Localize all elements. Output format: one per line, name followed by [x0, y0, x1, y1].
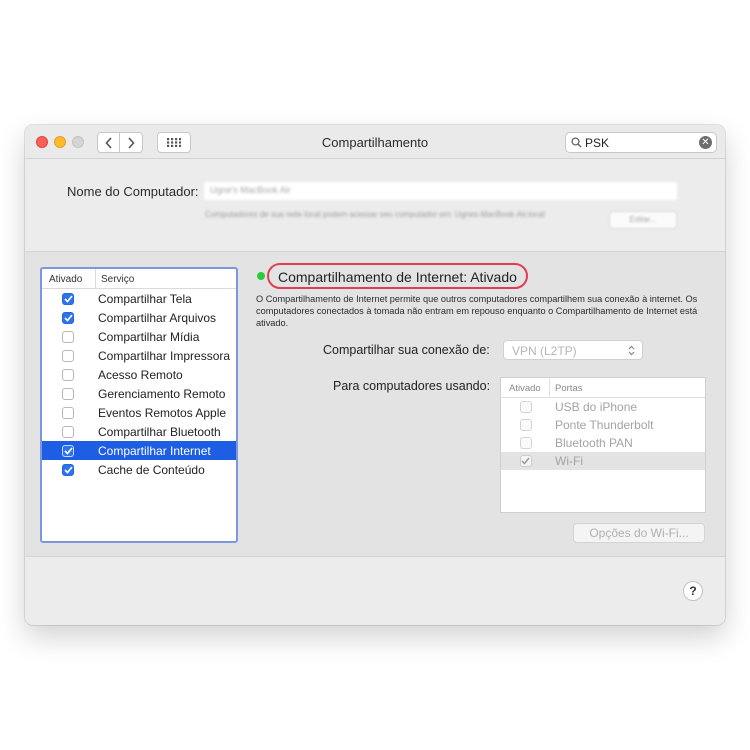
- share-connection-label: Compartilhar sua conexão de:: [323, 343, 490, 357]
- search-input[interactable]: PSK: [585, 136, 609, 150]
- service-row[interactable]: Compartilhar Impressora: [42, 346, 236, 365]
- computers-using-label: Para computadores usando:: [333, 379, 491, 393]
- service-checkbox-cell: [42, 368, 96, 381]
- service-label: Compartilhar Bluetooth: [98, 424, 221, 439]
- service-checkbox[interactable]: [62, 406, 74, 419]
- service-checkbox-cell: [42, 387, 96, 400]
- port-checkbox-cell: [501, 401, 550, 413]
- status-description: O Compartilhamento de Internet permite q…: [256, 294, 698, 328]
- service-checkbox-cell: [42, 406, 96, 419]
- port-label: Bluetooth PAN: [555, 436, 633, 450]
- computer-name-field[interactable]: Ugne's MacBook Air: [204, 182, 677, 200]
- service-label: Compartilhar Tela: [98, 291, 192, 306]
- service-row[interactable]: Compartilhar Mídia: [42, 327, 236, 346]
- service-checkbox-cell: [42, 349, 96, 362]
- header-enabled[interactable]: Ativado: [42, 269, 96, 288]
- port-checkbox[interactable]: [519, 401, 532, 413]
- service-checkbox[interactable]: [62, 292, 74, 305]
- service-row[interactable]: Compartilhar Internet: [42, 441, 236, 460]
- service-row[interactable]: Compartilhar Bluetooth: [42, 422, 236, 441]
- search-icon: [571, 137, 582, 148]
- port-checkbox[interactable]: [519, 419, 532, 431]
- service-checkbox[interactable]: [62, 368, 74, 381]
- service-list-header: Ativado Serviço: [42, 269, 236, 289]
- search-field[interactable]: PSK ✕: [565, 132, 717, 153]
- service-row[interactable]: Eventos Remotos Apple: [42, 403, 236, 422]
- service-checkbox[interactable]: [62, 425, 74, 438]
- status-indicator-icon: [257, 272, 265, 280]
- service-checkbox-cell: [42, 444, 96, 457]
- port-checkbox-cell: [501, 419, 550, 431]
- help-button[interactable]: ?: [683, 581, 703, 601]
- header-service[interactable]: Serviço: [96, 269, 134, 288]
- port-label: USB do iPhone: [555, 400, 638, 414]
- computer-name-description: Computadores de sua rede local podem ace…: [205, 210, 545, 219]
- service-label: Compartilhar Internet: [98, 443, 211, 458]
- port-label: Ponte Thunderbolt: [555, 418, 654, 432]
- service-label: Gerenciamento Remoto: [98, 386, 226, 401]
- service-checkbox[interactable]: [62, 330, 74, 343]
- service-checkbox[interactable]: [62, 387, 74, 400]
- service-label: Acesso Remoto: [98, 367, 183, 382]
- service-label: Eventos Remotos Apple: [98, 405, 227, 420]
- service-row[interactable]: Cache de Conteúdo: [42, 460, 236, 479]
- ports-header-enabled[interactable]: Ativado: [501, 378, 550, 397]
- service-checkbox[interactable]: [62, 463, 74, 476]
- service-checkbox-cell: [42, 425, 96, 438]
- ports-list[interactable]: Ativado Portas USB do iPhone Ponte Thunde…: [500, 377, 706, 513]
- port-checkbox[interactable]: [519, 437, 532, 449]
- service-checkbox[interactable]: [62, 349, 74, 362]
- service-row[interactable]: Acesso Remoto: [42, 365, 236, 384]
- wifi-options-button[interactable]: Opções do Wi-Fi...: [573, 523, 705, 543]
- service-checkbox-cell: [42, 330, 96, 343]
- port-row[interactable]: Bluetooth PAN: [501, 434, 705, 452]
- share-connection-select[interactable]: VPN (L2TP): [503, 340, 643, 360]
- service-row[interactable]: Compartilhar Arquivos: [42, 308, 236, 327]
- port-checkbox-cell: [501, 455, 550, 467]
- service-checkbox-cell: [42, 292, 96, 305]
- service-checkbox[interactable]: [62, 444, 74, 457]
- edit-button[interactable]: Editar...: [609, 211, 677, 229]
- ports-header-ports[interactable]: Portas: [550, 378, 582, 397]
- service-label: Compartilhar Mídia: [98, 329, 200, 344]
- computer-name-label: Nome do Computador:: [67, 184, 199, 199]
- service-row[interactable]: Gerenciamento Remoto: [42, 384, 236, 403]
- service-label: Compartilhar Impressora: [98, 348, 231, 363]
- sharing-window: Compartilhamento PSK ✕ Nome do Computado…: [25, 125, 725, 625]
- clear-search-icon[interactable]: ✕: [699, 136, 712, 149]
- port-label: Wi-Fi: [555, 454, 583, 468]
- service-row[interactable]: Compartilhar Tela: [42, 289, 236, 308]
- service-checkbox[interactable]: [62, 311, 74, 324]
- title-bar: Compartilhamento PSK ✕: [25, 125, 725, 159]
- service-label: Cache de Conteúdo: [98, 462, 205, 477]
- service-checkbox-cell: [42, 311, 96, 324]
- port-row[interactable]: Wi-Fi: [501, 452, 705, 470]
- chevron-updown-icon: [628, 345, 635, 356]
- service-list[interactable]: Ativado Serviço Compartilhar Tela Compart…: [40, 267, 238, 543]
- status-title: Compartilhamento de Internet: Ativado: [267, 263, 528, 289]
- port-row[interactable]: USB do iPhone: [501, 398, 705, 416]
- service-checkbox-cell: [42, 463, 96, 476]
- port-checkbox-cell: [501, 437, 550, 449]
- port-row[interactable]: Ponte Thunderbolt: [501, 416, 705, 434]
- port-checkbox[interactable]: [519, 455, 532, 467]
- share-connection-value: VPN (L2TP): [512, 344, 577, 358]
- ports-list-header: Ativado Portas: [501, 378, 705, 398]
- service-label: Compartilhar Arquivos: [98, 310, 217, 325]
